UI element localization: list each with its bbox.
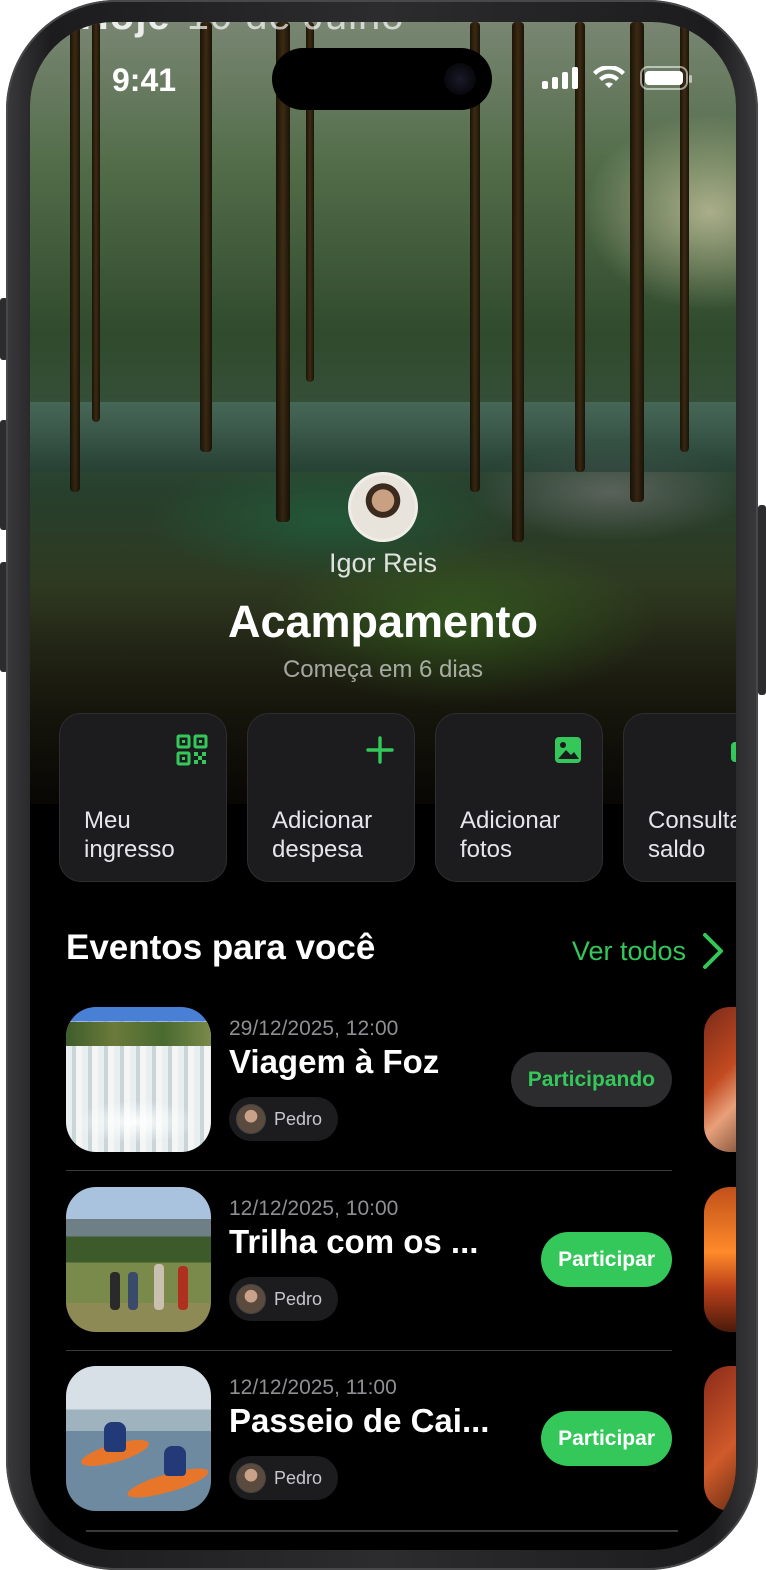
- quick-actions: Meu ingresso Adicionar despesa Adicionar…: [59, 713, 736, 883]
- event-date: 29/12/2025, 12:00: [229, 1017, 399, 1040]
- add-photos-card[interactable]: Adicionar fotos: [435, 713, 603, 882]
- participating-button[interactable]: Participando: [510, 1052, 672, 1107]
- action-label: Adicionar despesa: [272, 807, 373, 863]
- owner-name: Pedro: [274, 1288, 323, 1309]
- event-list-item[interactable]: 12/12/2025, 11:00 Passeio de Cai... Pedr…: [66, 1366, 672, 1531]
- wifi-icon: [593, 66, 625, 88]
- participate-button[interactable]: Participar: [541, 1411, 672, 1466]
- event-list-item[interactable]: 29/12/2025, 12:00 Viagem à Foz Pedro Par…: [66, 1007, 672, 1172]
- dynamic-island: [272, 48, 492, 110]
- event-thumbnail: [66, 1007, 211, 1152]
- participate-button[interactable]: Participar: [541, 1232, 672, 1287]
- cellular-signal-icon: [542, 67, 578, 89]
- see-all-label: Ver todos: [571, 935, 686, 966]
- event-thumbnail: [66, 1187, 211, 1332]
- owner-name: Pedro: [274, 1108, 323, 1129]
- owner-avatar: [236, 1463, 266, 1493]
- event-countdown: Começa em 6 dias: [282, 656, 484, 683]
- chevron-right-icon: [703, 933, 723, 969]
- divider: [86, 1530, 678, 1532]
- wallet-icon: [731, 742, 736, 762]
- divider: [66, 1350, 672, 1351]
- divider: [66, 1170, 672, 1171]
- status-time: 9:41: [112, 62, 177, 98]
- owner-chip: Pedro: [229, 1097, 339, 1141]
- next-event-thumbnail[interactable]: [704, 1187, 736, 1332]
- action-label: Consultar saldo: [648, 807, 736, 863]
- action-label: Meu ingresso: [84, 807, 175, 863]
- event-list-item[interactable]: 12/12/2025, 10:00 Trilha com os ... Pedr…: [66, 1187, 672, 1352]
- add-expense-card[interactable]: Adicionar despesa: [247, 713, 415, 882]
- qr-code-icon: [176, 734, 208, 766]
- owner-name: Pedro: [274, 1467, 323, 1488]
- event-date: 12/12/2025, 11:00: [229, 1376, 397, 1399]
- event-date: 12/12/2025, 10:00: [229, 1197, 399, 1220]
- header-date-ghost: Hoje10 de Julho: [80, 22, 405, 39]
- next-event-thumbnail[interactable]: [704, 1366, 736, 1511]
- see-all-link[interactable]: Ver todos: [572, 932, 724, 970]
- user-name: Igor Reis: [328, 548, 438, 578]
- owner-avatar: [236, 1104, 266, 1134]
- action-label: Adicionar fotos: [460, 807, 561, 863]
- hero-banner: Hoje10 de Julho 9:41 Igor Reis Acampamen…: [30, 22, 736, 804]
- plus-icon: [366, 736, 394, 764]
- photo-icon: [555, 737, 581, 763]
- next-event-thumbnail[interactable]: [704, 1007, 736, 1152]
- event-title: Acampamento: [227, 596, 539, 647]
- event-thumbnail: [66, 1366, 211, 1511]
- event-name: Viagem à Foz: [229, 1043, 440, 1080]
- event-name: Trilha com os ...: [229, 1223, 479, 1260]
- user-avatar[interactable]: [348, 472, 418, 542]
- status-icons: [542, 66, 692, 90]
- section-title: Eventos para você: [66, 928, 376, 967]
- my-ticket-card[interactable]: Meu ingresso: [59, 713, 227, 882]
- owner-chip: Pedro: [229, 1456, 339, 1500]
- event-name: Passeio de Cai...: [229, 1402, 490, 1439]
- power-button[interactable]: [758, 505, 766, 695]
- camera-icon: [444, 63, 476, 95]
- battery-icon: [640, 66, 692, 90]
- app-screen: Hoje10 de Julho 9:41 Igor Reis Acampamen…: [30, 22, 736, 1550]
- check-balance-card[interactable]: Consultar saldo: [623, 713, 736, 882]
- owner-chip: Pedro: [229, 1277, 339, 1321]
- owner-avatar: [236, 1284, 266, 1314]
